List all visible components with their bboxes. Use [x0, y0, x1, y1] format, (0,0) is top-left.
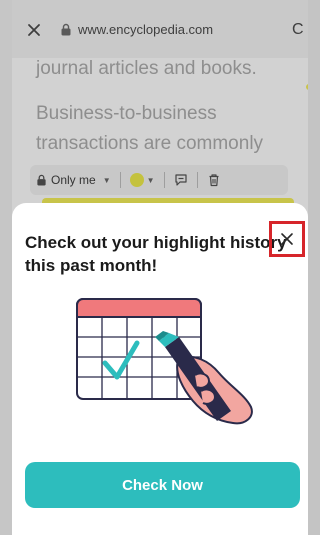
divider	[119, 172, 121, 188]
lock-icon	[61, 23, 71, 36]
highlight-history-sheet: Check out your highlight history this pa…	[12, 203, 308, 535]
browser-address-bar: www.encyclopedia.com C	[12, 0, 308, 58]
lock-icon	[37, 174, 46, 186]
color-dropdown[interactable]: ▼	[129, 173, 155, 187]
divider	[196, 172, 198, 188]
article-line: transactions are commonly	[36, 133, 264, 154]
url-text[interactable]: www.encyclopedia.com	[78, 22, 213, 37]
close-button[interactable]	[269, 221, 305, 257]
chevron-down-icon: ▼	[102, 175, 111, 185]
article-text: journal articles and books. Business-to-…	[36, 54, 308, 159]
sheet-title: Check out your highlight history this pa…	[25, 233, 287, 275]
article-line: journal articles and books.	[36, 58, 257, 79]
reload-icon[interactable]: C	[292, 22, 308, 38]
check-now-button[interactable]: Check Now	[25, 462, 300, 508]
divider	[163, 172, 165, 188]
color-swatch	[129, 173, 144, 187]
privacy-label: Only me	[51, 173, 96, 187]
article-line: Business-to-business	[36, 103, 217, 124]
highlight-marker	[306, 84, 308, 90]
chevron-down-icon: ▼	[146, 175, 155, 185]
highlight-toolbar: Only me ▼ ▼	[30, 165, 288, 195]
close-icon[interactable]	[26, 22, 42, 38]
trash-icon[interactable]	[207, 173, 221, 187]
close-icon	[281, 233, 293, 245]
privacy-dropdown[interactable]: Only me ▼	[30, 173, 111, 187]
comment-icon[interactable]	[174, 173, 188, 187]
calendar-highlighter-illustration	[76, 298, 253, 425]
